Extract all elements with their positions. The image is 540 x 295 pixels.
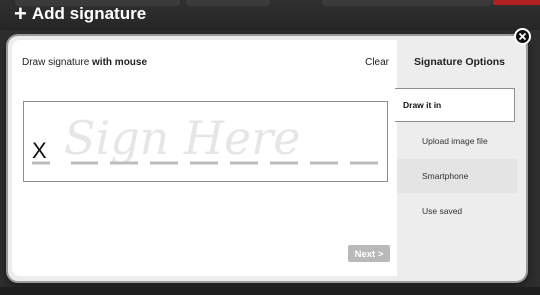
top-tab [322,0,492,6]
option-smartphone[interactable]: Smartphone [397,159,517,193]
close-icon [518,32,527,41]
signature-options-sidebar: Signature Options Draw it in Upload imag… [395,40,522,276]
sign-here-placeholder: Sign Here [64,111,300,165]
option-draw-it-in[interactable]: Draw it in [395,88,515,122]
next-button[interactable]: Next > [348,245,390,262]
plus-icon: + [14,1,27,26]
top-accent [493,0,540,5]
signature-canvas[interactable]: Sign Here X [23,101,388,182]
signature-guide: Sign Here X [32,111,378,165]
signature-dialog: Draw signature with mouse Clear Sign Her… [8,36,526,281]
option-use-saved[interactable]: Use saved [397,194,517,228]
signature-x-mark: X [32,138,47,163]
bottom-bar [0,287,540,295]
draw-instruction: Draw signature with mouse [22,57,148,68]
add-signature-header[interactable]: + Add signature [14,3,146,25]
draw-panel: Draw signature with mouse Clear Sign Her… [12,40,397,276]
header-title: Add signature [31,4,147,23]
top-tab [186,0,270,6]
clear-button[interactable]: Clear [365,57,389,68]
sidebar-title: Signature Options [413,56,505,68]
option-upload-image-file[interactable]: Upload image file [397,124,517,158]
close-button[interactable] [514,28,531,45]
